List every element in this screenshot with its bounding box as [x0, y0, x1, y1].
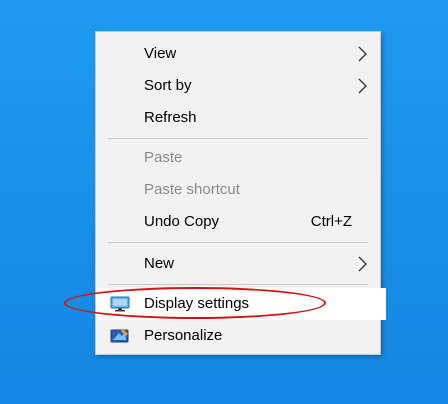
- menu-item-label: Undo Copy: [144, 213, 220, 230]
- menu-item-label: Paste: [144, 149, 183, 166]
- menu-item-view[interactable]: View: [96, 38, 380, 70]
- shortcut-label: Ctrl+Z: [310, 213, 352, 230]
- menu-item-label: Refresh: [144, 109, 197, 126]
- menu-item-label: Display settings: [144, 295, 250, 312]
- menu-separator: [108, 284, 368, 285]
- menu-item-label: Personalize: [144, 327, 223, 344]
- menu-item-undo-copy[interactable]: Undo Copy Ctrl+Z: [96, 206, 380, 238]
- chevron-right-icon: [358, 78, 367, 94]
- chevron-right-icon: [358, 256, 367, 272]
- menu-item-label: New: [144, 255, 175, 272]
- menu-item-display-settings[interactable]: Display settings: [96, 288, 386, 320]
- menu-item-label: Paste shortcut: [144, 181, 240, 198]
- menu-item-refresh[interactable]: Refresh: [96, 102, 380, 134]
- menu-item-new[interactable]: New: [96, 248, 380, 280]
- menu-item-paste-shortcut: Paste shortcut: [96, 174, 380, 206]
- menu-item-paste: Paste: [96, 142, 380, 174]
- menu-item-label: View: [144, 45, 177, 62]
- chevron-right-icon: [358, 46, 367, 62]
- menu-item-label: Sort by: [144, 77, 192, 94]
- personalize-icon: [110, 329, 129, 343]
- menu-separator: [108, 138, 368, 139]
- menu-separator: [108, 242, 368, 243]
- menu-item-personalize[interactable]: Personalize: [96, 320, 380, 352]
- display-icon: [110, 296, 130, 312]
- menu-item-sort-by[interactable]: Sort by: [96, 70, 380, 102]
- desktop-context-menu: View Sort by Refresh Paste Paste shortcu…: [95, 31, 386, 355]
